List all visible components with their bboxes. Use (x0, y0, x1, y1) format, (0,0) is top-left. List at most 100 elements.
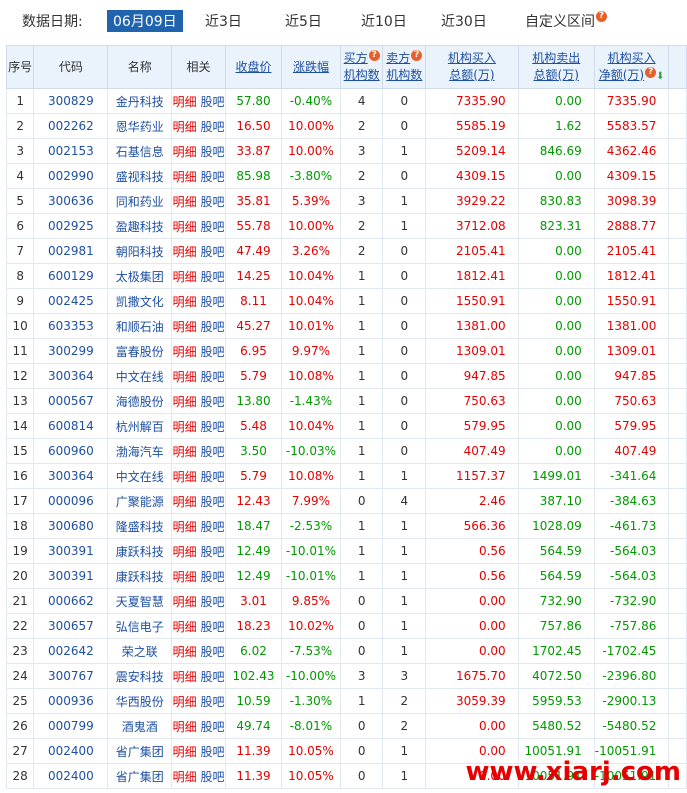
cell-code[interactable]: 300636 (33, 188, 109, 214)
forum-link[interactable]: 股吧 (200, 395, 224, 409)
stock-code-link[interactable]: 300636 (48, 194, 94, 208)
cell-code[interactable]: 300391 (33, 538, 109, 564)
stock-name-link[interactable]: 恩华药业 (116, 120, 164, 134)
sort-close-price[interactable]: 收盘价 (235, 60, 271, 74)
stock-name-link[interactable]: 富春股份 (116, 345, 164, 359)
detail-link[interactable]: 明细 (173, 745, 197, 759)
detail-link[interactable]: 明细 (173, 470, 197, 484)
cell-code[interactable]: 600814 (33, 413, 109, 439)
forum-link[interactable]: 股吧 (200, 370, 224, 384)
stock-name-link[interactable]: 震安科技 (116, 670, 164, 684)
forum-link[interactable]: 股吧 (200, 570, 224, 584)
detail-link[interactable]: 明细 (173, 645, 197, 659)
forum-link[interactable]: 股吧 (200, 445, 224, 459)
cell-name[interactable]: 凯撒文化 (107, 288, 173, 314)
cell-code[interactable]: 002642 (33, 638, 109, 664)
detail-link[interactable]: 明细 (173, 220, 197, 234)
stock-name-link[interactable]: 康跃科技 (116, 545, 164, 559)
stock-name-link[interactable]: 朝阳科技 (116, 245, 164, 259)
stock-name-link[interactable]: 海德股份 (116, 395, 164, 409)
cell-name[interactable]: 盈趣科技 (107, 213, 173, 239)
header-sell-count[interactable]: 卖方? 机构数 (382, 45, 427, 89)
detail-link[interactable]: 明细 (173, 370, 197, 384)
stock-name-link[interactable]: 酒鬼酒 (122, 720, 158, 734)
cell-name[interactable]: 隆盛科技 (107, 513, 173, 539)
stock-code-link[interactable]: 002642 (48, 644, 94, 658)
stock-name-link[interactable]: 金丹科技 (116, 95, 164, 109)
stock-code-link[interactable]: 002400 (48, 769, 94, 783)
stock-name-link[interactable]: 天夏智慧 (116, 595, 164, 609)
stock-name-link[interactable]: 和顺石油 (116, 320, 164, 334)
stock-name-link[interactable]: 荣之联 (122, 645, 158, 659)
cell-name[interactable]: 杭州解百 (107, 413, 173, 439)
stock-code-link[interactable]: 000662 (48, 594, 94, 608)
date-option-10d[interactable]: 近10日 (361, 11, 407, 31)
forum-link[interactable]: 股吧 (200, 770, 224, 784)
detail-link[interactable]: 明细 (173, 420, 197, 434)
header-close-price[interactable]: 收盘价 (224, 45, 283, 89)
detail-link[interactable]: 明细 (173, 395, 197, 409)
cell-name[interactable]: 恩华药业 (107, 113, 173, 139)
stock-name-link[interactable]: 弘信电子 (116, 620, 164, 634)
detail-link[interactable]: 明细 (173, 770, 197, 784)
sort-sell-count-sub[interactable]: 机构数 (386, 68, 422, 82)
cell-code[interactable]: 000936 (33, 688, 109, 714)
cell-code[interactable]: 000096 (33, 488, 109, 514)
cell-code[interactable]: 603353 (33, 313, 109, 339)
date-option-3d[interactable]: 近3日 (205, 11, 242, 31)
stock-code-link[interactable]: 300680 (48, 519, 94, 533)
stock-code-link[interactable]: 000096 (48, 494, 94, 508)
cell-code[interactable]: 002400 (33, 763, 109, 789)
stock-name-link[interactable]: 广聚能源 (116, 495, 164, 509)
stock-code-link[interactable]: 600129 (48, 269, 94, 283)
cell-code[interactable]: 002262 (33, 113, 109, 139)
cell-name[interactable]: 太极集团 (107, 263, 173, 289)
cell-name[interactable]: 弘信电子 (107, 613, 173, 639)
stock-name-link[interactable]: 同和药业 (116, 195, 164, 209)
sort-change[interactable]: 涨跌幅 (293, 60, 329, 74)
sort-sell-amount-sub[interactable]: 总额(万) (534, 68, 579, 82)
cell-name[interactable]: 康跃科技 (107, 563, 173, 589)
cell-code[interactable]: 300391 (33, 563, 109, 589)
stock-code-link[interactable]: 002262 (48, 119, 94, 133)
cell-code[interactable]: 000662 (33, 588, 109, 614)
cell-name[interactable]: 朝阳科技 (107, 238, 173, 264)
cell-code[interactable]: 300829 (33, 88, 109, 114)
cell-name[interactable]: 石基信息 (107, 138, 173, 164)
sort-buy-count-sub[interactable]: 机构数 (344, 68, 380, 82)
detail-link[interactable]: 明细 (173, 520, 197, 534)
cell-name[interactable]: 金丹科技 (107, 88, 173, 114)
stock-name-link[interactable]: 隆盛科技 (116, 520, 164, 534)
forum-link[interactable]: 股吧 (200, 420, 224, 434)
stock-code-link[interactable]: 300364 (48, 469, 94, 483)
help-icon[interactable]: ? (368, 50, 380, 61)
cell-code[interactable]: 600960 (33, 438, 109, 464)
help-icon[interactable]: ? (596, 11, 607, 22)
forum-link[interactable]: 股吧 (200, 245, 224, 259)
cell-code[interactable]: 600129 (33, 263, 109, 289)
forum-link[interactable]: 股吧 (200, 620, 224, 634)
sort-buy-amount[interactable]: 机构买入 (448, 51, 496, 65)
stock-name-link[interactable]: 渤海汽车 (116, 445, 164, 459)
forum-link[interactable]: 股吧 (200, 95, 224, 109)
stock-code-link[interactable]: 002990 (48, 169, 94, 183)
cell-name[interactable]: 荣之联 (107, 638, 173, 664)
stock-code-link[interactable]: 000936 (48, 694, 94, 708)
sort-sell-amount[interactable]: 机构卖出 (532, 51, 580, 65)
stock-name-link[interactable]: 太极集团 (116, 270, 164, 284)
detail-link[interactable]: 明细 (173, 195, 197, 209)
detail-link[interactable]: 明细 (173, 495, 197, 509)
cell-code[interactable]: 000799 (33, 713, 109, 739)
cell-code[interactable]: 300680 (33, 513, 109, 539)
forum-link[interactable]: 股吧 (200, 120, 224, 134)
detail-link[interactable]: 明细 (173, 670, 197, 684)
detail-link[interactable]: 明细 (173, 145, 197, 159)
stock-code-link[interactable]: 603353 (48, 319, 94, 333)
cell-name[interactable]: 省广集团 (107, 763, 173, 789)
cell-code[interactable]: 300299 (33, 338, 109, 364)
date-option-today[interactable]: 06月09日 (107, 10, 183, 32)
cell-name[interactable]: 广聚能源 (107, 488, 173, 514)
stock-name-link[interactable]: 盈趣科技 (116, 220, 164, 234)
date-option-30d[interactable]: 近30日 (441, 11, 487, 31)
detail-link[interactable]: 明细 (173, 170, 197, 184)
